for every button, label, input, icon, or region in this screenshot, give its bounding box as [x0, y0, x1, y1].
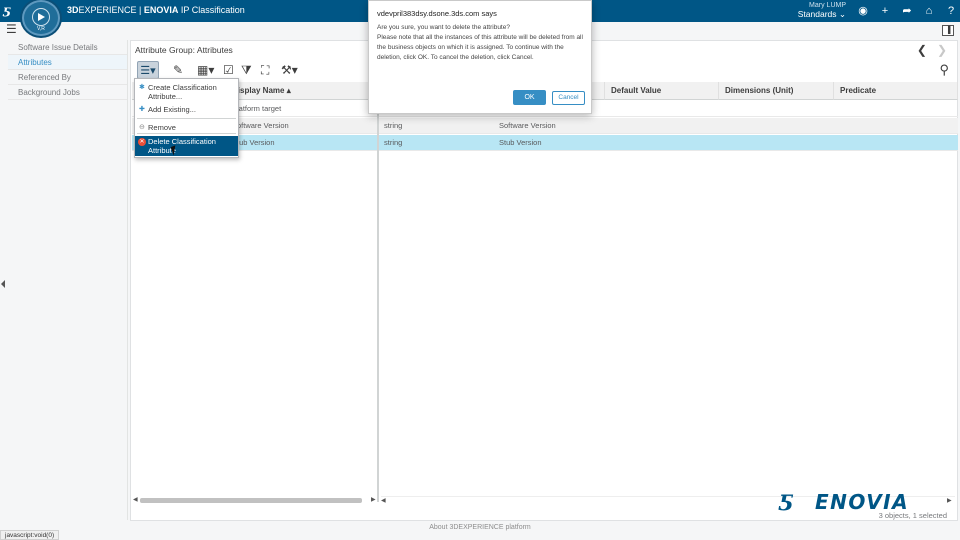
nav-item-attributes[interactable]: Attributes: [8, 55, 127, 70]
app-module: IP Classification: [180, 5, 245, 15]
cell-display-name: Stub Version: [232, 138, 275, 147]
next-arrow-icon[interactable]: ❯: [937, 43, 947, 57]
about-link[interactable]: About 3DEXPERIENCE platform: [0, 524, 960, 531]
search-icon[interactable]: ⚲: [939, 61, 949, 79]
add-icon[interactable]: +: [874, 3, 896, 19]
brand-main: EXPERIENCE: [78, 5, 137, 15]
add-existing-icon: ✚: [139, 106, 145, 113]
scroll-left-arrow-icon[interactable]: ◀: [133, 496, 138, 503]
app-title: 3DEXPERIENCE | ENOVIA IP Classification: [67, 5, 245, 15]
home-icon[interactable]: ⌂: [918, 3, 940, 19]
play-icon: [38, 13, 45, 21]
brand-name: ENOVIA: [815, 490, 910, 514]
ok-button[interactable]: OK: [513, 90, 546, 105]
scroll-right-arrow-icon[interactable]: ▶: [371, 496, 376, 503]
scrollbar-thumb[interactable]: [140, 498, 362, 503]
page-navigation: ❮ ❯: [907, 43, 947, 57]
column-header-dimensions[interactable]: Dimensions (Unit): [719, 82, 834, 100]
confirm-delete-dialog: vdevpril383dsy.dsone.3ds.com says Are yo…: [368, 0, 592, 114]
edit-pencil-icon[interactable]: ✎: [173, 61, 183, 79]
menu-item-add-existing[interactable]: ✚ Add Existing...: [135, 105, 238, 114]
remove-icon: ⊖: [139, 124, 145, 131]
brand-prefix: 3D: [67, 5, 79, 15]
menu-item-delete-classification-attribute[interactable]: ✕ Delete Classification Attribute: [135, 136, 238, 156]
fit-columns-icon[interactable]: ⛶: [261, 61, 269, 79]
browser-status-url: javascript:void(0): [0, 530, 60, 540]
previous-arrow-icon[interactable]: ❮: [917, 43, 927, 57]
brand-separator: |: [136, 5, 144, 15]
tools-icon[interactable]: ⚒▾: [281, 61, 298, 79]
actions-dropdown-menu: ✱ Create Classification Attribute... ✚ A…: [134, 78, 239, 158]
scroll-left-arrow-icon[interactable]: ◀: [381, 497, 386, 504]
left-navigation: Software Issue Details Attributes Refere…: [8, 40, 128, 520]
nav-item-referenced-by[interactable]: Referenced By: [8, 70, 127, 85]
scroll-right-arrow-icon[interactable]: ▶: [947, 497, 952, 504]
create-icon: ✱: [139, 84, 145, 91]
top-actions: ◉ + ➦ ⌂ ?: [852, 3, 960, 19]
app-name: ENOVIA: [143, 5, 179, 15]
mass-edit-icon[interactable]: ☑: [223, 61, 234, 79]
table-layout-icon[interactable]: ▦▾: [197, 61, 214, 79]
table-row[interactable]: Software Version string Software Version: [132, 118, 958, 134]
cell-label: Software Version: [499, 121, 556, 130]
menu-separator: [137, 133, 236, 134]
menu-item-remove[interactable]: ⊖ Remove: [135, 123, 238, 132]
attributes-table: Display Name ▴ Default Value Dimensions …: [132, 82, 958, 494]
menu-item-label: Delete Classification Attribute: [148, 137, 216, 155]
actions-menu-button[interactable]: ☰▾: [137, 61, 159, 79]
cancel-button[interactable]: Cancel: [552, 91, 585, 105]
share-icon[interactable]: ➦: [896, 3, 918, 19]
dialog-question: Are you sure, you want to delete the att…: [377, 24, 510, 31]
collapse-left-icon[interactable]: [1, 280, 5, 288]
column-header-default-value[interactable]: Default Value: [605, 82, 719, 100]
frozen-column-splitter[interactable]: [377, 82, 379, 502]
user-icon[interactable]: ◉: [852, 3, 874, 19]
menu-item-label: Remove: [148, 123, 176, 132]
cell-display-name: Platform target: [232, 104, 282, 113]
compass-version: V,R: [37, 26, 45, 32]
menu-item-label: Create Classification Attribute...: [148, 83, 217, 101]
cell-type: string: [384, 121, 403, 130]
delete-icon: ✕: [138, 138, 146, 146]
3ds-logo-icon[interactable]: ƽ: [3, 3, 21, 19]
cell-type: string: [384, 138, 403, 147]
hamburger-menu-icon[interactable]: ☰: [6, 23, 18, 35]
menu-item-create-classification-attribute[interactable]: ✱ Create Classification Attribute...: [135, 83, 238, 101]
column-header-predicate[interactable]: Predicate: [834, 82, 958, 100]
nav-item-software-issue-details[interactable]: Software Issue Details: [8, 40, 127, 55]
3ds-brand-icon: ƽ: [779, 486, 792, 512]
cell-label: Stub Version: [499, 138, 542, 147]
menu-item-label: Add Existing...: [148, 105, 196, 114]
collab-space-selector[interactable]: Standards ⌄: [790, 10, 846, 19]
cell-display-name: Software Version: [232, 121, 289, 130]
filter-icon[interactable]: ⧩: [241, 61, 252, 79]
menu-separator: [137, 118, 236, 119]
user-menu[interactable]: Mary LUMP Standards ⌄: [790, 1, 846, 19]
left-horizontal-scrollbar[interactable]: ◀ ▶: [133, 496, 377, 504]
pin-panel-icon[interactable]: ▐: [942, 25, 954, 36]
enovia-logo: ƽ ENOVIA: [779, 486, 919, 516]
dialog-note: Please note that all the instances of th…: [377, 34, 583, 61]
table-row-selected[interactable]: Stub Version string Stub Version: [132, 135, 958, 151]
compass-icon[interactable]: V,R: [22, 0, 60, 36]
page-title: Attribute Group: Attributes: [135, 45, 233, 55]
dialog-message: Are you sure, you want to delete the att…: [377, 23, 585, 63]
dialog-title: vdevpril383dsy.dsone.3ds.com says: [377, 9, 497, 18]
help-icon[interactable]: ?: [940, 3, 960, 19]
nav-item-background-jobs[interactable]: Background Jobs: [8, 85, 127, 100]
